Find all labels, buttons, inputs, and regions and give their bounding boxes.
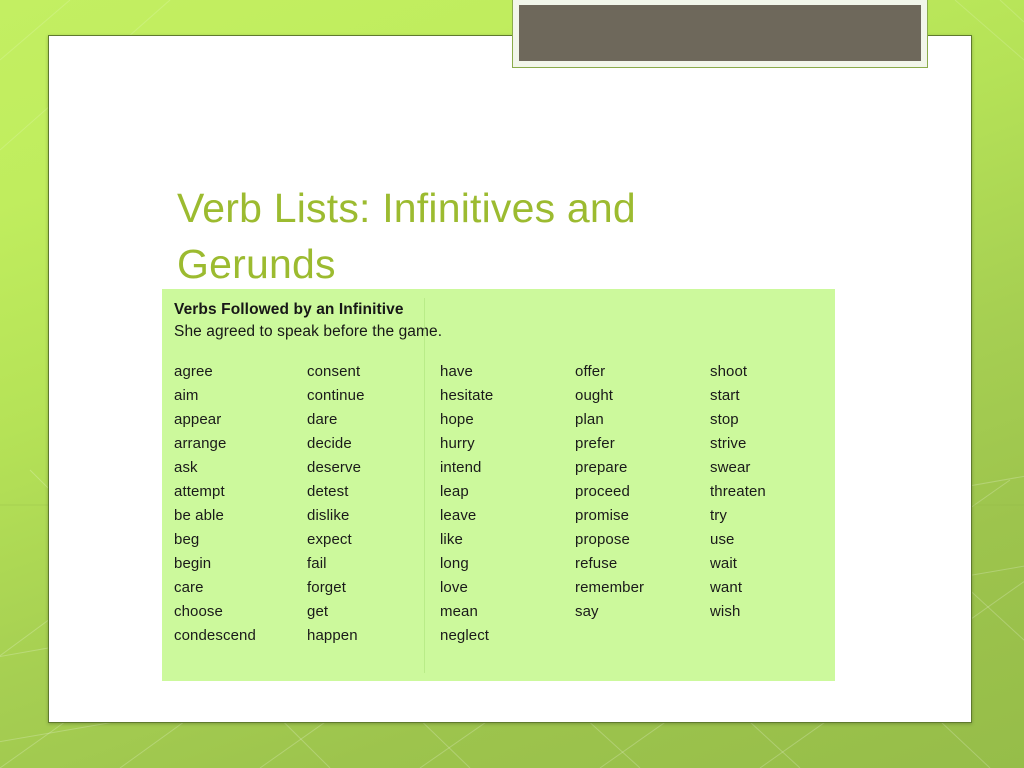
verb-item: begin — [174, 554, 212, 572]
verb-item: detest — [307, 482, 349, 500]
verb-item: forget — [307, 578, 346, 596]
verb-item: leave — [440, 506, 477, 524]
verb-item: try — [710, 506, 727, 524]
verb-item: leap — [440, 482, 469, 500]
slide-content-card: Verb Lists: Infinitives and Gerunds Verb… — [48, 35, 972, 723]
verb-item: hope — [440, 410, 474, 428]
verb-item: decide — [307, 434, 352, 452]
verb-item: remember — [575, 578, 645, 596]
verb-list-panel: Verbs Followed by an Infinitive She agre… — [162, 289, 835, 681]
verb-item: long — [440, 554, 469, 572]
verb-item: threaten — [710, 482, 766, 500]
top-banner-fill — [519, 5, 921, 61]
verb-item: strive — [710, 434, 747, 452]
column-separator — [424, 298, 425, 673]
verb-item: offer — [575, 362, 606, 380]
verb-item: continue — [307, 386, 365, 404]
verb-item: arrange — [174, 434, 227, 452]
verb-item: deserve — [307, 458, 362, 476]
verb-column-1: agree aim appear arrange ask attempt be … — [174, 360, 307, 648]
verb-item: want — [710, 578, 743, 596]
verb-item: swear — [710, 458, 751, 476]
verb-item: condescend — [174, 626, 256, 644]
verb-item: plan — [575, 410, 604, 428]
verb-item: agree — [174, 362, 213, 380]
verb-item: expect — [307, 530, 352, 548]
verb-item: refuse — [575, 554, 618, 572]
verb-item: love — [440, 578, 468, 596]
page-title: Verb Lists: Infinitives and Gerunds — [177, 185, 636, 287]
verb-column-3: have hesitate hope hurry intend leap lea… — [440, 360, 575, 648]
verb-item: stop — [710, 410, 739, 428]
verb-item: fail — [307, 554, 327, 572]
panel-example-sentence: She agreed to speak before the game. — [174, 323, 443, 341]
verb-item: prefer — [575, 434, 615, 452]
verb-item: aim — [174, 386, 199, 404]
verb-item: have — [440, 362, 473, 380]
verb-item: propose — [575, 530, 630, 548]
verb-item: choose — [174, 602, 223, 620]
verb-item: promise — [575, 506, 630, 524]
verb-item: start — [710, 386, 740, 404]
verb-item: hurry — [440, 434, 475, 452]
verb-item: shoot — [710, 362, 748, 380]
verb-item: say — [575, 602, 599, 620]
verb-columns-container: agree aim appear arrange ask attempt be … — [174, 360, 835, 648]
verb-item: beg — [174, 530, 200, 548]
verb-item: wait — [710, 554, 738, 572]
slide-stage: Verb Lists: Infinitives and Gerunds Verb… — [0, 0, 1024, 768]
verb-item: get — [307, 602, 329, 620]
verb-item: dislike — [307, 506, 350, 524]
verb-item: use — [710, 530, 735, 548]
verb-item: prepare — [575, 458, 628, 476]
verb-item: like — [440, 530, 463, 548]
verb-item: hesitate — [440, 386, 494, 404]
verb-item: attempt — [174, 482, 225, 500]
verb-item: mean — [440, 602, 478, 620]
verb-item: appear — [174, 410, 222, 428]
panel-heading: Verbs Followed by an Infinitive — [174, 301, 404, 318]
verb-item: happen — [307, 626, 358, 644]
verb-item: care — [174, 578, 204, 596]
verb-item: proceed — [575, 482, 630, 500]
verb-item: ask — [174, 458, 198, 476]
verb-item: be able — [174, 506, 224, 524]
verb-item: wish — [710, 602, 741, 620]
verb-item: neglect — [440, 626, 490, 644]
top-banner — [512, 0, 928, 68]
verb-item: consent — [307, 362, 361, 380]
verb-item: dare — [307, 410, 338, 428]
verb-column-4: offer ought plan prefer prepare proceed … — [575, 360, 710, 648]
verb-column-2: consent continue dare decide deserve det… — [307, 360, 440, 648]
verb-column-5: shoot start stop strive swear threaten t… — [710, 360, 843, 648]
verb-item: intend — [440, 458, 482, 476]
verb-item: ought — [575, 386, 614, 404]
